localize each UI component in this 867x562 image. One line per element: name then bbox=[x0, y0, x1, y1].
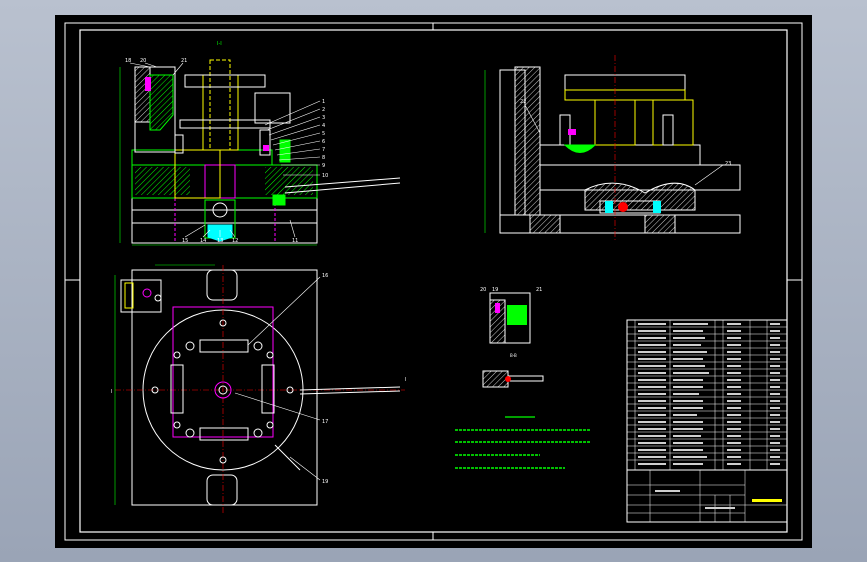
drawing-canvas[interactable]: I-I 18 20 21 1 2 3 4 5 6 7 8 9 10 11 12 … bbox=[55, 15, 812, 548]
callout-16: 16 bbox=[322, 273, 328, 279]
technical-notes bbox=[455, 416, 590, 469]
callout-22: 22 bbox=[520, 99, 526, 105]
outer-border bbox=[64, 22, 803, 541]
callout-12: 12 bbox=[232, 238, 238, 244]
callout-20: 20 bbox=[140, 58, 146, 64]
callout-5: 5 bbox=[322, 131, 325, 137]
detail-callout-19: 19 bbox=[492, 287, 498, 293]
front-section-view: I-I 18 20 21 1 2 3 4 5 6 7 8 9 10 11 12 … bbox=[119, 41, 401, 246]
callout-19: 19 bbox=[322, 479, 328, 485]
callout-11: 11 bbox=[292, 238, 298, 244]
title-block bbox=[626, 469, 788, 523]
callout-8: 8 bbox=[322, 155, 325, 161]
callout-14: 14 bbox=[200, 238, 206, 244]
parts-list bbox=[626, 319, 788, 523]
callout-6: 6 bbox=[322, 139, 325, 145]
callout-4: 4 bbox=[322, 123, 325, 129]
section-mark-right: I bbox=[405, 377, 406, 383]
detail-callout-21: 21 bbox=[536, 287, 542, 293]
callout-21: 21 bbox=[181, 58, 187, 64]
callout-9: 9 bbox=[322, 163, 325, 169]
callout-23: 23 bbox=[725, 161, 731, 167]
detail-view: 20 19 21 B-B bbox=[480, 287, 544, 388]
callout-1: 1 bbox=[322, 99, 325, 105]
callout-10: 10 bbox=[322, 173, 328, 179]
callout-18: 18 bbox=[125, 58, 131, 64]
section-mark-left: I bbox=[111, 389, 112, 395]
plan-view: 16 17 19 I I bbox=[111, 264, 406, 515]
section-title: I-I bbox=[217, 41, 222, 47]
callout-17: 17 bbox=[322, 419, 328, 425]
callout-2: 2 bbox=[322, 107, 325, 113]
detail-callout-20: 20 bbox=[480, 287, 486, 293]
cad-drawing: I-I 18 20 21 1 2 3 4 5 6 7 8 9 10 11 12 … bbox=[64, 22, 803, 541]
side-section-view: 22 23 bbox=[484, 55, 741, 240]
callout-13: 13 bbox=[217, 238, 223, 244]
callout-3: 3 bbox=[322, 115, 325, 121]
callout-7: 7 bbox=[322, 147, 325, 153]
detail-section-label: B-B bbox=[510, 353, 517, 358]
callout-15: 15 bbox=[182, 238, 188, 244]
cad-viewport: I-I 18 20 21 1 2 3 4 5 6 7 8 9 10 11 12 … bbox=[0, 0, 867, 562]
